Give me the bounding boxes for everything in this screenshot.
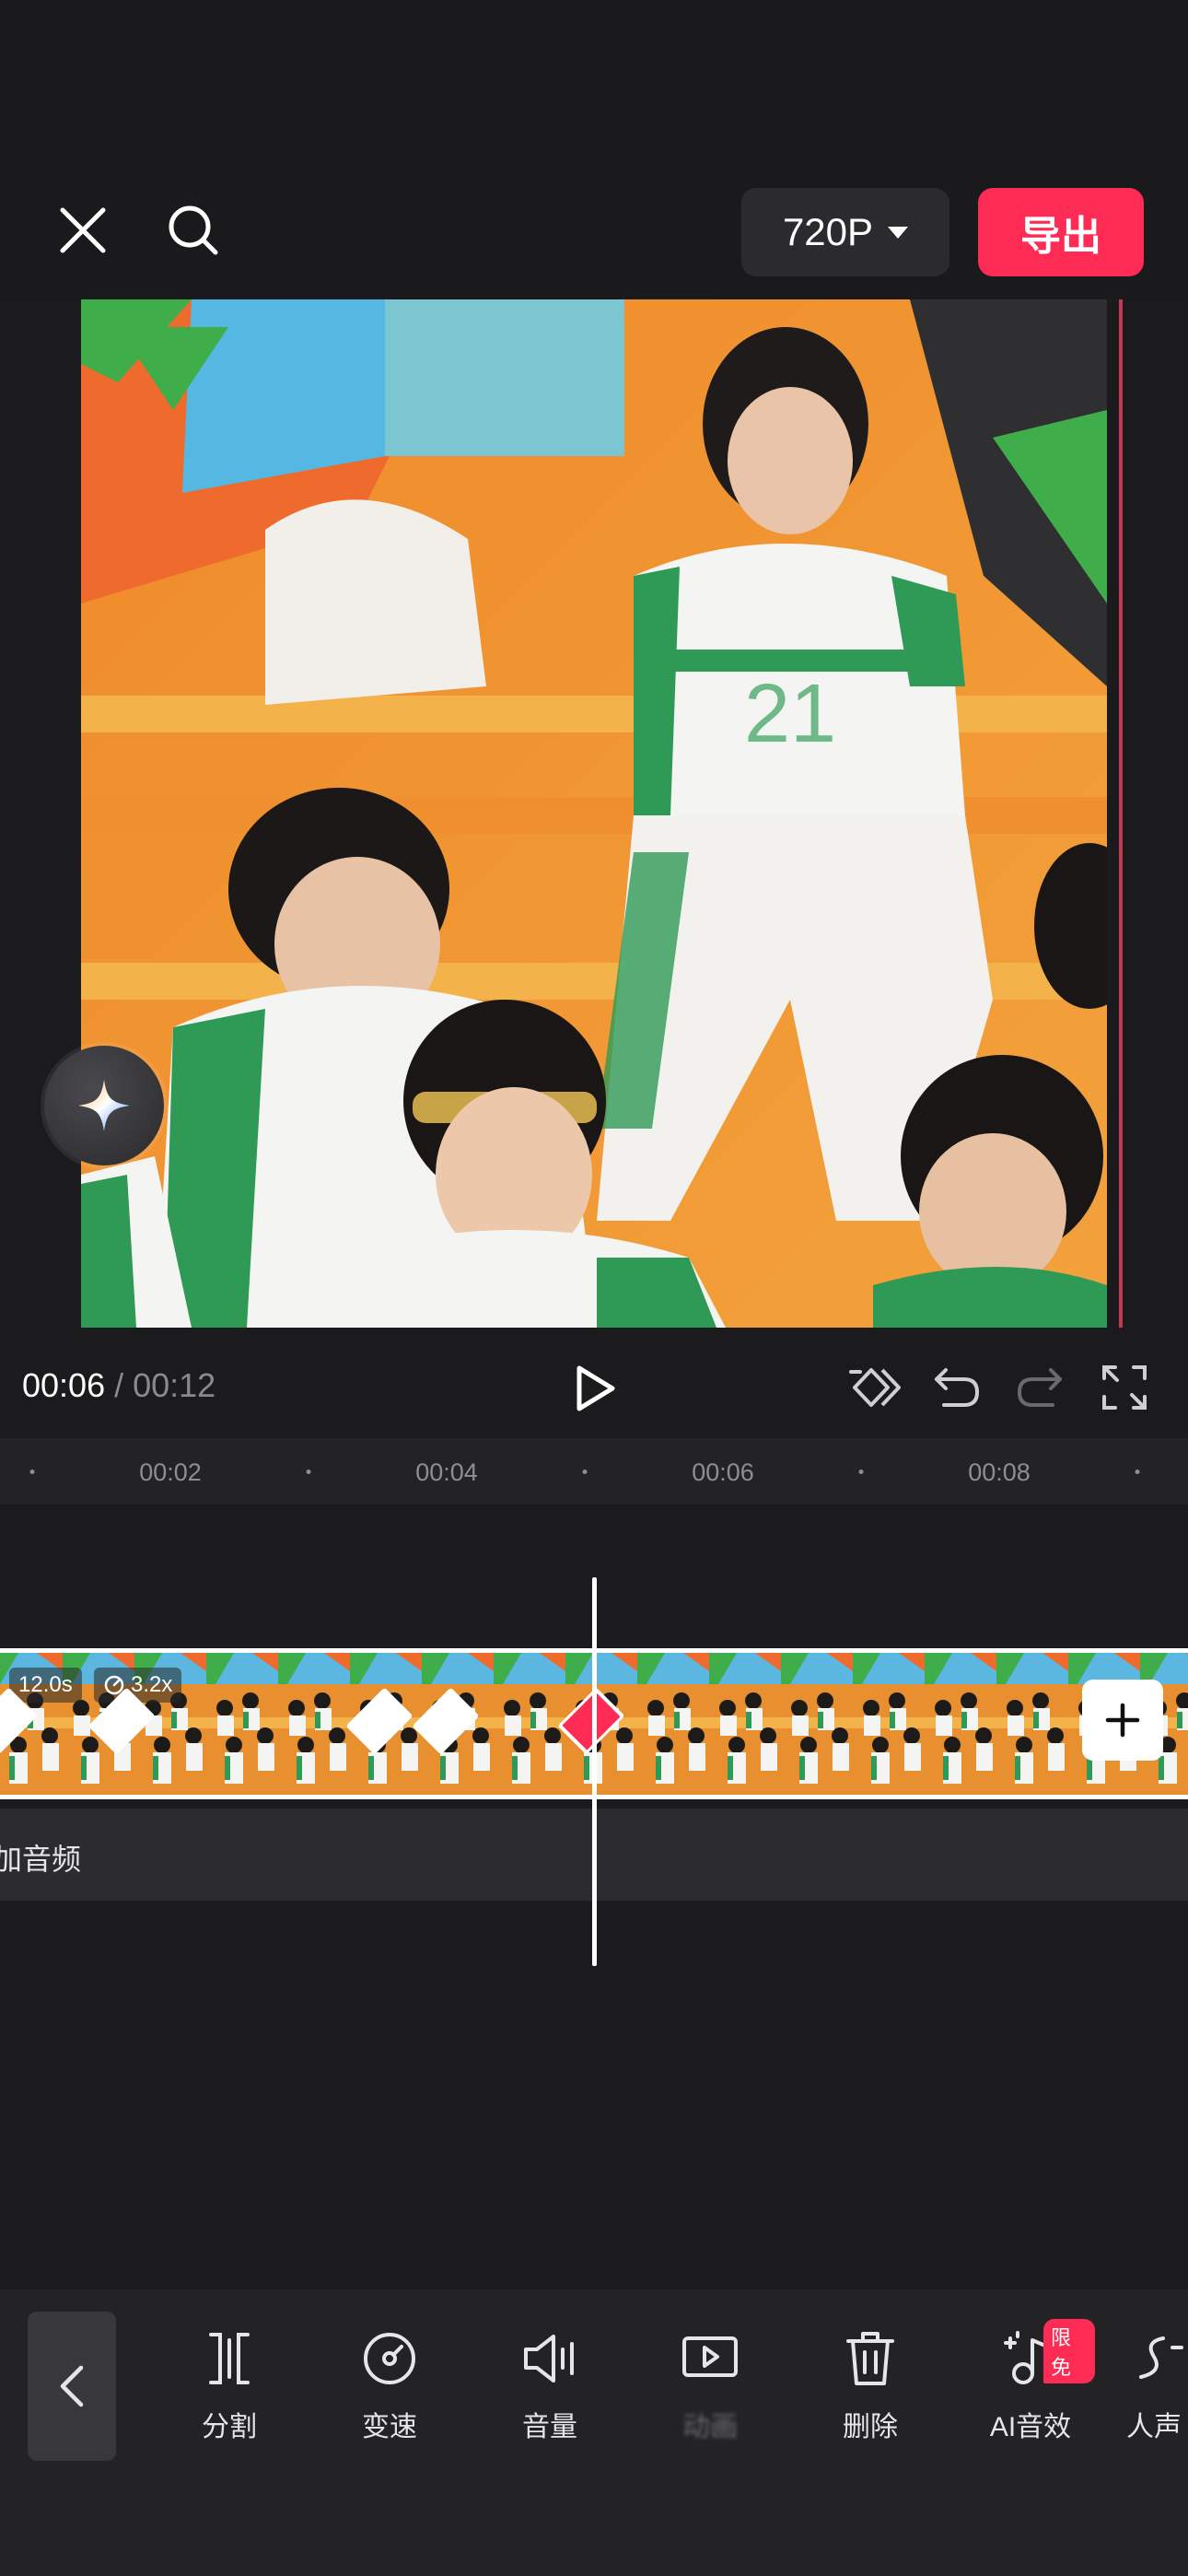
add-clip-button[interactable] (1082, 1680, 1163, 1761)
free-badge: 限免 (1043, 2319, 1095, 2383)
time-separator: / (114, 1366, 124, 1404)
tool-ai-sound[interactable]: 限免 AI音效 (966, 2319, 1095, 2444)
split-icon (197, 2326, 262, 2391)
video-preview[interactable]: 21 (81, 299, 1107, 1328)
tool-volume[interactable]: 音量 (485, 2326, 614, 2444)
volume-icon (518, 2326, 582, 2391)
ai-assistant-button[interactable] (44, 1046, 164, 1165)
video-frame-image: 21 (81, 299, 1107, 1328)
top-bar: 720P 导出 (0, 0, 1188, 299)
speed-icon (357, 2326, 422, 2391)
search-icon[interactable] (157, 193, 230, 267)
tool-label: 变速 (362, 2412, 417, 2442)
time-display: 00:06/00:12 (22, 1366, 215, 1405)
ruler-tick: 00:08 (968, 1458, 1031, 1486)
play-icon[interactable] (562, 1355, 628, 1422)
ruler-tick: 00:02 (139, 1458, 202, 1486)
ruler-dot (306, 1469, 311, 1474)
back-button[interactable] (28, 2312, 116, 2461)
clip-duration: 12.0s (18, 1672, 73, 1697)
tool-label: 分割 (202, 2412, 257, 2442)
clip-duration-badge: 12.0s (9, 1668, 82, 1703)
chevron-left-icon (60, 2365, 84, 2407)
undo-icon[interactable] (925, 1355, 989, 1420)
tool-label: 删除 (843, 2412, 898, 2442)
add-audio-label: 加音频 (0, 1843, 82, 1876)
tool-label: AI音效 (989, 2412, 1072, 2442)
voice-icon (1126, 2326, 1188, 2391)
timeline-ruler[interactable]: 00:02 00:04 00:06 00:08 (0, 1438, 1188, 1505)
canvas-edge-line (1119, 299, 1123, 1328)
tool-label: 动画 (682, 2412, 738, 2442)
current-time: 00:06 (22, 1366, 106, 1404)
resolution-dropdown[interactable]: 720P (741, 188, 949, 276)
delete-icon (838, 2326, 903, 2391)
tool-split[interactable]: 分割 (165, 2326, 294, 2444)
tool-delete[interactable]: 删除 (806, 2326, 935, 2444)
svg-text:21: 21 (744, 668, 836, 760)
bottom-toolbar: 分割 变速 音量 动画 删除 限免 AI音效 人声 (0, 2289, 1188, 2576)
fullscreen-icon[interactable] (1092, 1355, 1157, 1420)
tool-animation[interactable]: 动画 (646, 2326, 775, 2444)
tool-speed[interactable]: 变速 (325, 2326, 454, 2444)
tool-label: 音量 (522, 2412, 577, 2442)
playback-controls: 00:06/00:12 (0, 1328, 1188, 1438)
ruler-dot (29, 1469, 35, 1474)
clip-speed-badge: 3.2x (94, 1668, 182, 1703)
resolution-label: 720P (782, 210, 874, 253)
caret-down-icon (888, 226, 909, 239)
animation-icon (678, 2326, 742, 2391)
close-icon[interactable] (46, 193, 120, 267)
total-time: 00:12 (133, 1366, 216, 1404)
sparkle-icon (78, 1080, 130, 1131)
ruler-dot (1135, 1469, 1140, 1474)
ruler-dot (858, 1469, 864, 1474)
ruler-dot (582, 1469, 588, 1474)
keyframe-icon[interactable] (843, 1355, 907, 1420)
ruler-tick: 00:04 (415, 1458, 478, 1486)
tool-label: 人声 (1126, 2412, 1182, 2442)
tool-voice[interactable]: 人声 (1126, 2326, 1188, 2444)
playhead[interactable] (592, 1577, 597, 1966)
ruler-tick: 00:06 (692, 1458, 754, 1486)
plus-icon (1105, 1703, 1140, 1738)
export-button[interactable]: 导出 (978, 188, 1144, 276)
redo-icon[interactable] (1007, 1355, 1072, 1420)
